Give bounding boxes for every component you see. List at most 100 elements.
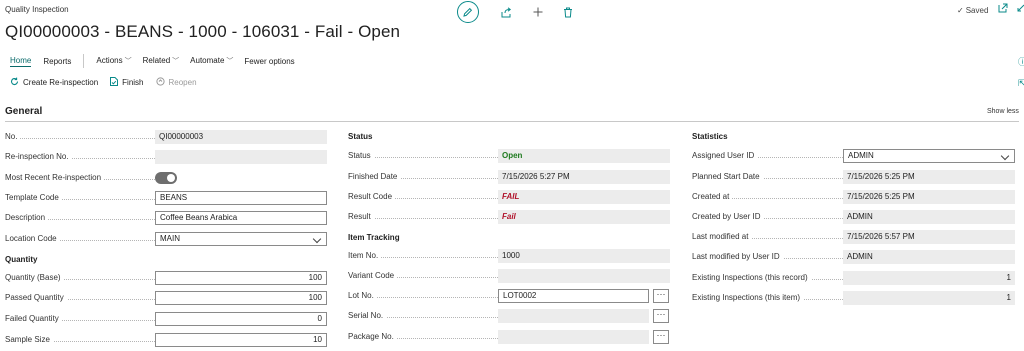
action-bar: Create Re-inspection Finish Reopen xyxy=(10,77,209,88)
quantity-base-input[interactable]: 100 xyxy=(155,271,327,285)
last-modified-at-value[interactable]: 7/15/2026 5:57 PM xyxy=(843,230,1015,244)
result-code-value[interactable]: FAIL xyxy=(498,190,670,204)
field-existing-inspections-item: Existing Inspections (this item) 1 xyxy=(692,291,1015,305)
planned-start-value[interactable]: 7/15/2026 5:25 PM xyxy=(843,170,1015,184)
page-caption: Quality Inspection xyxy=(5,5,69,14)
finish-button[interactable]: Finish xyxy=(110,77,144,88)
field-label: Lot No. xyxy=(348,291,377,300)
field-label: Location Code xyxy=(5,234,60,243)
field-label: Serial No. xyxy=(348,311,387,320)
field-created-by: Created by User ID ADMIN xyxy=(692,210,1015,224)
sample-size-input[interactable]: 10 xyxy=(155,333,327,347)
serial-no-value[interactable] xyxy=(498,309,649,323)
field-most-recent-reinspection: Most Recent Re-inspection xyxy=(5,171,327,185)
field-label: Created at xyxy=(692,192,733,201)
field-label: Last modified by User ID xyxy=(692,252,783,261)
pin-icon[interactable]: ⇱ xyxy=(1018,78,1024,89)
tab-automate[interactable]: Automate ﹀ xyxy=(190,56,233,66)
group-title-quantity: Quantity xyxy=(5,255,38,264)
created-at-value[interactable]: 7/15/2026 5:25 PM xyxy=(843,190,1015,204)
delete-icon[interactable] xyxy=(559,3,577,21)
share-icon[interactable] xyxy=(497,3,515,21)
field-status: Status Open xyxy=(348,149,670,163)
created-by-value[interactable]: ADMIN xyxy=(843,210,1015,224)
assigned-user-select[interactable]: ADMIN xyxy=(843,149,1015,163)
field-label: Variant Code xyxy=(348,271,398,280)
top-toolbar xyxy=(457,1,577,23)
field-finished-date: Finished Date 7/15/2026 5:27 PM xyxy=(348,170,670,184)
document-check-icon xyxy=(110,77,119,88)
location-code-select[interactable]: MAIN xyxy=(155,232,327,246)
field-sample-size: Sample Size 10 xyxy=(5,333,327,347)
field-description: Description Coffee Beans Arabica xyxy=(5,211,327,225)
field-label: Result Code xyxy=(348,192,396,201)
group-title-statistics: Statistics xyxy=(692,132,728,141)
lot-no-input[interactable]: LOT0002 xyxy=(498,289,649,303)
edit-icon[interactable] xyxy=(457,1,479,23)
tab-actions[interactable]: Actions ﹀ xyxy=(96,56,131,66)
field-variant-code: Variant Code xyxy=(348,269,670,283)
section-title-general: General xyxy=(5,106,43,117)
collapse-icon[interactable] xyxy=(1016,3,1024,16)
saved-indicator: ✓ Saved xyxy=(957,6,989,15)
field-assigned-user-id: Assigned User ID ADMIN xyxy=(692,149,1015,163)
item-no-value[interactable]: 1000 xyxy=(498,249,670,263)
field-label: Created by User ID xyxy=(692,212,764,221)
field-result: Result Fail xyxy=(348,210,670,224)
field-label: Re-inspection No. xyxy=(5,152,72,161)
field-label: Template Code xyxy=(5,193,62,202)
field-failed-quantity: Failed Quantity 0 xyxy=(5,312,327,326)
existing-record-value[interactable]: 1 xyxy=(843,271,1015,285)
field-label: Item No. xyxy=(348,251,382,260)
info-icon[interactable]: ⓘ xyxy=(1018,55,1024,68)
new-icon[interactable] xyxy=(529,3,547,21)
field-label: Package No. xyxy=(348,332,397,341)
field-result-code: Result Code FAIL xyxy=(348,190,670,204)
field-no: No. QI00000003 xyxy=(5,130,327,144)
reopen-icon xyxy=(155,77,165,88)
field-item-no: Item No. 1000 xyxy=(348,249,670,263)
field-label: Last modified at xyxy=(692,232,752,241)
chevron-down-icon: ﹀ xyxy=(172,58,180,65)
fewer-options-link[interactable]: Fewer options xyxy=(244,57,294,66)
reinspection-no-value[interactable] xyxy=(155,150,327,164)
field-label: No. xyxy=(5,132,21,141)
tab-reports[interactable]: Reports xyxy=(43,57,71,66)
reopen-button[interactable]: Reopen xyxy=(155,77,197,88)
field-label: Most Recent Re-inspection xyxy=(5,173,105,182)
field-package-no: Package No. ··· xyxy=(348,330,670,344)
most-recent-toggle[interactable] xyxy=(155,172,177,184)
failed-quantity-input[interactable]: 0 xyxy=(155,312,327,326)
package-no-value[interactable] xyxy=(498,330,649,344)
field-label: Finished Date xyxy=(348,172,401,181)
template-code-input[interactable]: BEANS xyxy=(155,191,327,205)
field-lot-no: Lot No. LOT0002 ··· xyxy=(348,289,670,303)
tab-related[interactable]: Related ﹀ xyxy=(143,56,180,66)
field-existing-inspections-record: Existing Inspections (this record) 1 xyxy=(692,271,1015,285)
finished-date-value[interactable]: 7/15/2026 5:27 PM xyxy=(498,170,670,184)
create-reinspection-button[interactable]: Create Re-inspection xyxy=(10,77,98,88)
refresh-icon xyxy=(10,77,19,88)
variant-code-value[interactable] xyxy=(498,269,670,283)
existing-item-value[interactable]: 1 xyxy=(843,291,1015,305)
field-label: Description xyxy=(5,213,49,222)
description-input[interactable]: Coffee Beans Arabica xyxy=(155,211,327,225)
field-last-modified-by: Last modified by User ID ADMIN xyxy=(692,250,1015,264)
window-icons xyxy=(998,3,1024,16)
field-reinspection-no: Re-inspection No. xyxy=(5,150,327,164)
show-less-link[interactable]: Show less xyxy=(987,108,1019,115)
result-value[interactable]: Fail xyxy=(498,210,670,224)
section-divider xyxy=(5,121,1019,122)
field-label: Existing Inspections (this item) xyxy=(692,293,804,302)
status-value[interactable]: Open xyxy=(498,149,670,163)
action-tabs: Home Reports Actions ﹀ Related ﹀ Automate ﹀… xyxy=(10,54,307,68)
lot-no-lookup-button[interactable]: ··· xyxy=(653,289,669,303)
open-new-window-icon[interactable] xyxy=(998,3,1008,16)
package-no-lookup-button[interactable]: ··· xyxy=(653,330,669,344)
tab-separator xyxy=(83,54,85,68)
last-modified-by-value[interactable]: ADMIN xyxy=(843,250,1015,264)
tab-home[interactable]: Home xyxy=(10,56,32,67)
no-value[interactable]: QI00000003 xyxy=(155,130,327,144)
serial-no-lookup-button[interactable]: ··· xyxy=(653,309,669,323)
passed-quantity-input[interactable]: 100 xyxy=(155,291,327,305)
